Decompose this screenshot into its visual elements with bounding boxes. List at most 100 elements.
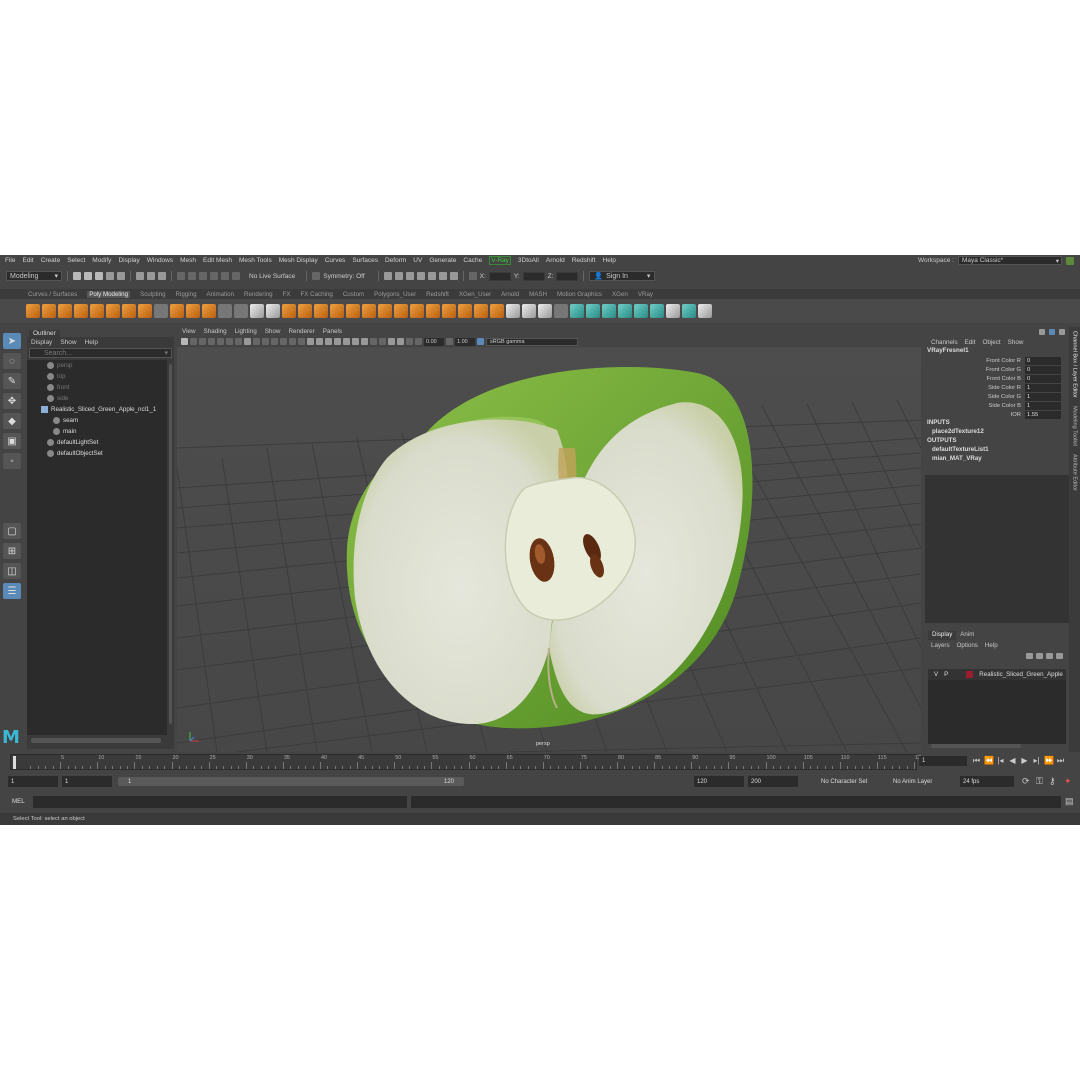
symmetry-label[interactable]: Symmetry: Off — [323, 273, 364, 280]
step-forward-frame-icon[interactable]: ▸| — [1032, 756, 1041, 766]
attribute-value[interactable]: 1 — [1025, 401, 1061, 410]
attribute-value[interactable]: 1.55 — [1025, 410, 1061, 419]
automatic-map-icon[interactable] — [618, 304, 632, 318]
outliner-menu-help[interactable]: Help — [85, 339, 98, 346]
bookmarks-icon[interactable] — [208, 338, 215, 345]
sign-in-button[interactable]: 👤 Sign In ▾ — [589, 271, 656, 281]
super-shape-icon[interactable] — [154, 304, 168, 318]
range-bar[interactable]: 1 120 — [118, 777, 464, 786]
viewport-menu-renderer[interactable]: Renderer — [288, 328, 314, 335]
outliner-item[interactable]: main — [27, 426, 167, 437]
multi-cut-icon[interactable] — [378, 304, 392, 318]
rotate-tool-icon[interactable]: ◆ — [3, 413, 21, 429]
use-all-lights-icon[interactable] — [343, 338, 350, 345]
tab-vray[interactable]: VRay — [638, 291, 653, 298]
viewport-scene[interactable]: persp — [177, 348, 921, 752]
tab-poly-modeling[interactable]: Poly Modeling — [87, 290, 131, 298]
wireframe-icon[interactable] — [307, 338, 314, 345]
combine-icon[interactable] — [218, 304, 232, 318]
poly-plane-icon[interactable] — [106, 304, 120, 318]
spherical-map-icon[interactable] — [602, 304, 616, 318]
outliner-item[interactable]: persp — [27, 360, 167, 371]
viewport-menu-view[interactable]: View — [182, 328, 196, 335]
menu-cache[interactable]: Cache — [463, 257, 482, 264]
scroll-thumb[interactable] — [169, 364, 172, 724]
lock-camera-icon[interactable] — [190, 338, 197, 345]
outliner-hscrollbar[interactable] — [31, 738, 161, 743]
quad-draw-icon[interactable] — [506, 304, 520, 318]
sphere-brush-icon[interactable] — [170, 304, 184, 318]
planar-map-icon[interactable] — [570, 304, 584, 318]
shadows-icon[interactable] — [352, 338, 359, 345]
poly-torus-icon[interactable] — [90, 304, 104, 318]
bevel-icon[interactable] — [314, 304, 328, 318]
gate-mask-icon[interactable] — [271, 338, 278, 345]
svg-icon[interactable] — [202, 304, 216, 318]
reduce-icon[interactable] — [522, 304, 536, 318]
y-field[interactable] — [522, 271, 545, 281]
attribute-value[interactable]: 0 — [1025, 365, 1061, 374]
viewport-menu-shading[interactable]: Shading — [204, 328, 227, 335]
help-icon[interactable] — [1039, 329, 1045, 335]
outliner-item[interactable]: defaultObjectSet — [27, 448, 167, 459]
xray-joints-icon[interactable] — [406, 338, 413, 345]
safe-action-icon[interactable] — [289, 338, 296, 345]
menu-modify[interactable]: Modify — [92, 257, 111, 264]
transform-mode-icon[interactable] — [468, 272, 477, 280]
separate-icon[interactable] — [234, 304, 248, 318]
tab-xgen-user[interactable]: XGen_User — [459, 291, 491, 298]
hypershade-icon[interactable] — [427, 272, 436, 280]
new-empty-layer-icon[interactable] — [1046, 653, 1053, 659]
anim-layer-dropdown[interactable]: No Anim Layer — [890, 776, 950, 787]
menuset-dropdown[interactable]: Modeling ▾ — [6, 271, 62, 281]
new-layer-selected-icon[interactable] — [1056, 653, 1063, 659]
menu-uv[interactable]: UV — [413, 257, 422, 264]
tab-animation[interactable]: Animation — [207, 291, 235, 298]
outliner-title-tab[interactable]: Outliner — [27, 327, 174, 337]
channel-attribute-row[interactable]: Side Color G 1 — [925, 392, 1069, 401]
step-forward-key-icon[interactable]: ⏩ — [1044, 756, 1054, 766]
last-tool-icon[interactable]: ◦ — [3, 453, 21, 469]
channel-attribute-row[interactable]: Side Color R 1 — [925, 383, 1069, 392]
tab-polygons-user[interactable]: Polygons_User — [374, 291, 416, 298]
menu-help[interactable]: Help — [603, 257, 616, 264]
output-node[interactable]: defaultTextureList1 — [925, 446, 1069, 455]
channel-attribute-row[interactable]: Front Color B 0 — [925, 374, 1069, 383]
step-back-key-icon[interactable]: ⏪ — [984, 756, 994, 766]
anti-aliasing-icon[interactable] — [379, 338, 386, 345]
color-space-dropdown[interactable]: sRGB gamma — [486, 337, 578, 346]
tab-xgen[interactable]: XGen — [612, 291, 628, 298]
loop-icon[interactable]: ⟳ — [1022, 776, 1030, 787]
attribute-value[interactable]: 1 — [1025, 383, 1061, 392]
xray-icon[interactable] — [397, 338, 404, 345]
tab-fx[interactable]: FX — [283, 291, 291, 298]
tab-custom[interactable]: Custom — [343, 291, 364, 298]
go-to-end-icon[interactable]: ⏭ — [1056, 756, 1065, 766]
visibility-toggle[interactable]: V — [934, 671, 938, 678]
select-object-icon[interactable] — [147, 272, 155, 280]
menu-mesh-tools[interactable]: Mesh Tools — [239, 257, 272, 264]
snap-view-plane-icon[interactable] — [210, 272, 218, 280]
info-icon[interactable] — [1049, 329, 1055, 335]
menu-deform[interactable]: Deform — [385, 257, 406, 264]
viewport-menu-lighting[interactable]: Lighting — [235, 328, 257, 335]
smooth-shade-icon[interactable] — [316, 338, 323, 345]
menu-mesh[interactable]: Mesh — [180, 257, 196, 264]
image-plane-icon[interactable] — [217, 338, 224, 345]
menu-create[interactable]: Create — [41, 257, 61, 264]
menu-display[interactable]: Display — [118, 257, 139, 264]
outliner-persp-layout-icon[interactable]: ☰ — [3, 583, 21, 599]
menu-mesh-display[interactable]: Mesh Display — [279, 257, 318, 264]
tab-fx-caching[interactable]: FX Caching — [301, 291, 333, 298]
outliner-item[interactable]: defaultLightSet — [27, 437, 167, 448]
select-hierarchy-icon[interactable] — [136, 272, 144, 280]
outliner-menu-show[interactable]: Show — [60, 339, 76, 346]
settings-icon[interactable] — [1059, 329, 1065, 335]
side-tab-channel-box-layer-editor[interactable]: Channel Box / Layer Editor — [1072, 331, 1078, 398]
outliner-item[interactable]: seam — [27, 415, 167, 426]
snap-together-icon[interactable] — [232, 272, 240, 280]
cylindrical-map-icon[interactable] — [586, 304, 600, 318]
menu-curves[interactable]: Curves — [325, 257, 346, 264]
save-scene-icon[interactable] — [95, 272, 103, 280]
viewport-menu-show[interactable]: Show — [265, 328, 281, 335]
